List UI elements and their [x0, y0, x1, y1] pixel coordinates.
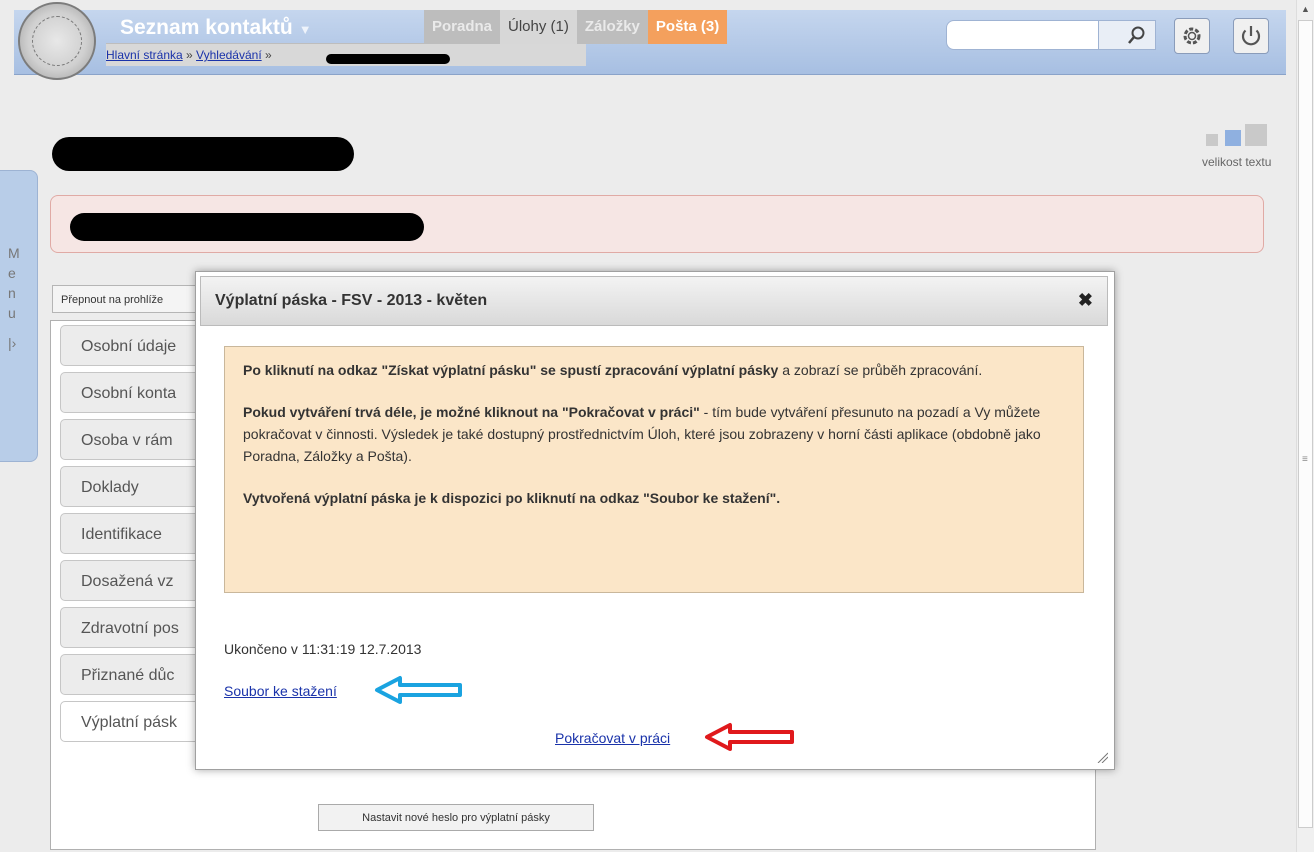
app-title-text[interactable]: Seznam kontaktů	[120, 16, 293, 39]
redaction-bar	[326, 54, 450, 64]
grip-lines-icon: ≡	[1302, 454, 1308, 465]
info-paragraph: Vytvořená výplatní páska je k dispozici …	[243, 487, 1065, 509]
text-size-small[interactable]	[1206, 134, 1218, 146]
scroll-up-icon[interactable]: ▲	[1301, 4, 1310, 14]
download-file-link[interactable]: Soubor ke stažení	[224, 683, 337, 699]
dialog-header[interactable]: Výplatní páska - FSV - 2013 - květen ✖	[200, 276, 1108, 326]
text-size-label: velikost textu	[1202, 155, 1272, 169]
top-bar: Seznam kontaktů ▼ Hlavní stránka » Vyhled…	[14, 0, 1286, 80]
text-size-large[interactable]	[1245, 124, 1267, 146]
finished-status: Ukončeno v 11:31:19 12.7.2013	[224, 641, 422, 657]
tab-ulohy[interactable]: Úlohy (1)	[500, 10, 577, 44]
menu-letter: n	[8, 285, 16, 301]
logout-button[interactable]	[1233, 18, 1269, 54]
tab-poradna[interactable]: Poradna	[424, 10, 501, 44]
breadcrumb-separator: »	[261, 48, 272, 62]
breadcrumb-search-link[interactable]: Vyhledávání	[196, 48, 262, 62]
gear-icon	[1183, 27, 1201, 45]
switch-view-button[interactable]: Přepnout na prohlíže	[52, 285, 202, 313]
search-button[interactable]	[1098, 20, 1156, 50]
search-icon	[1128, 26, 1145, 44]
close-icon[interactable]: ✖	[1078, 290, 1093, 311]
breadcrumb-separator: »	[182, 48, 197, 62]
menu-letter: e	[8, 265, 16, 281]
page-title-redaction	[52, 137, 354, 171]
expand-arrow-icon: |›	[8, 335, 17, 351]
text-size-medium[interactable]	[1225, 130, 1241, 146]
info-box: Po kliknutí na odkaz "Získat výplatní pá…	[224, 346, 1084, 593]
info-bold-text: Po kliknutí na odkaz "Získat výplatní pá…	[243, 362, 779, 378]
continue-working-link[interactable]: Pokračovat v práci	[555, 730, 670, 746]
set-password-button[interactable]: Nastavit nové heslo pro výplatní pásky	[318, 804, 594, 831]
dialog-title: Výplatní páska - FSV - 2013 - květen	[215, 292, 488, 309]
info-bold-text: Vytvořená výplatní páska je k dispozici …	[243, 490, 781, 506]
tab-zalozky[interactable]: Záložky	[576, 10, 648, 44]
alert-redaction	[70, 213, 424, 241]
blue-arrow-icon	[375, 676, 462, 704]
breadcrumb-home-link[interactable]: Hlavní stránka	[106, 48, 183, 62]
menu-tab[interactable]: M e n u |›	[0, 170, 38, 462]
logo-seal	[32, 16, 82, 66]
payslip-dialog: Výplatní páska - FSV - 2013 - květen ✖ P…	[195, 271, 1115, 770]
settings-button[interactable]	[1174, 18, 1210, 54]
chevron-down-icon[interactable]: ▼	[299, 22, 312, 37]
red-arrow-icon	[705, 723, 794, 751]
info-bold-text: Pokud vytváření trvá déle, je možné klik…	[243, 404, 700, 420]
resize-grip-icon[interactable]	[1096, 751, 1108, 763]
app-title[interactable]: Seznam kontaktů ▼	[120, 16, 312, 40]
menu-letter: u	[8, 305, 16, 321]
menu-letter: M	[8, 245, 20, 261]
info-paragraph: Pokud vytváření trvá déle, je možné klik…	[243, 401, 1065, 467]
info-paragraph: Po kliknutí na odkaz "Získat výplatní pá…	[243, 359, 1065, 381]
info-text: a zobrazí se průběh zpracování.	[778, 362, 983, 378]
header-tabs: Poradna Úlohy (1) Záložky Pošta (3)	[424, 10, 728, 44]
tab-posta[interactable]: Pošta (3)	[647, 10, 728, 44]
page-scrollbar[interactable]: ▲ ≡	[1296, 0, 1314, 852]
scroll-thumb[interactable]: ≡	[1298, 20, 1313, 828]
logo[interactable]	[18, 2, 96, 80]
power-icon	[1241, 26, 1261, 46]
